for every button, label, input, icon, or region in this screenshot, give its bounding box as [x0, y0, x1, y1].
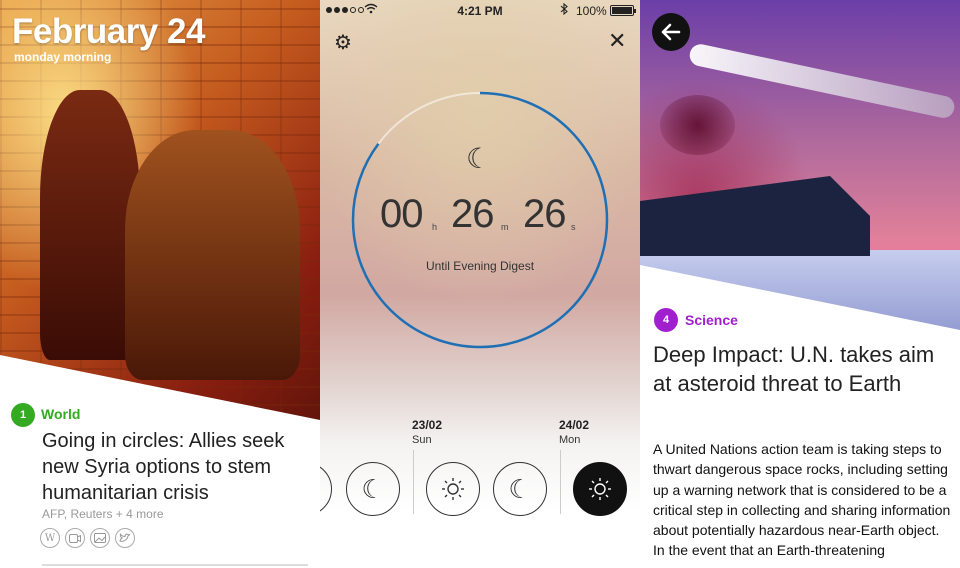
status-bar: 4:21 PM 100%	[320, 0, 640, 22]
day-date: 23/02	[412, 418, 443, 432]
close-icon[interactable]: ✕	[608, 28, 626, 54]
digest-button-morning[interactable]	[426, 462, 480, 516]
digest-date: February 24	[12, 12, 205, 51]
video-icon[interactable]	[65, 528, 85, 548]
back-button[interactable]	[652, 13, 690, 51]
countdown-seconds-unit: s	[571, 222, 576, 232]
countdown-minutes-unit: m	[501, 222, 509, 232]
arrow-left-icon	[661, 23, 681, 41]
battery-icon	[610, 5, 636, 16]
story-panel-science: 4 Science Deep Impact: U.N. takes aim at…	[640, 0, 960, 568]
countdown-minutes: 26	[451, 192, 494, 236]
story-sources[interactable]: AFP, Reuters + 4 more	[42, 507, 164, 521]
day-name: Mon	[559, 434, 581, 446]
story-number-badge: 4	[654, 308, 678, 332]
story-headline: Deep Impact: U.N. takes aim at asteroid …	[653, 342, 935, 396]
story-panel-world: February 24 monday morning 1 World Going…	[0, 0, 320, 568]
photo-figure-right	[125, 130, 300, 380]
sun-icon	[589, 478, 611, 500]
story-body: A United Nations action team is taking s…	[653, 441, 951, 559]
photo-smoke	[660, 95, 735, 155]
bluetooth-icon	[560, 2, 568, 18]
countdown-seconds: 26	[523, 192, 566, 236]
sun-icon	[442, 478, 464, 500]
photo-icon[interactable]	[90, 528, 110, 548]
gear-icon[interactable]: ⚙	[334, 30, 352, 55]
wikipedia-icon[interactable]: W	[40, 528, 60, 548]
digest-button-evening[interactable]: ☾	[346, 462, 400, 516]
day-name: Sun	[412, 434, 432, 446]
countdown-hours: 00	[380, 192, 423, 236]
day-date: 24/02	[559, 418, 590, 432]
story-category[interactable]: World	[41, 406, 80, 422]
moon-icon: ☾	[466, 143, 492, 174]
digest-button-morning-active[interactable]	[573, 462, 627, 516]
day-separator	[413, 450, 414, 514]
twitter-icon[interactable]	[115, 528, 135, 548]
digest-edition: monday morning	[14, 50, 112, 64]
digest-button-evening[interactable]: ☾	[493, 462, 547, 516]
divider	[42, 564, 308, 566]
story-headline[interactable]: Going in circles: Allies seek new Syria …	[42, 428, 312, 506]
story-category[interactable]: Science	[685, 312, 738, 328]
day-separator	[560, 450, 561, 514]
countdown-panel: 4:21 PM 100% ⚙ ✕ ☾ 00 h 26 m 26 s Until …	[320, 0, 640, 568]
countdown-label: Until Evening Digest	[425, 259, 535, 273]
photo-house	[640, 176, 870, 256]
battery-percent: 100%	[576, 4, 607, 18]
source-icon-row: W	[40, 528, 135, 548]
countdown-hours-unit: h	[432, 222, 438, 232]
story-number-badge: 1	[11, 403, 35, 427]
